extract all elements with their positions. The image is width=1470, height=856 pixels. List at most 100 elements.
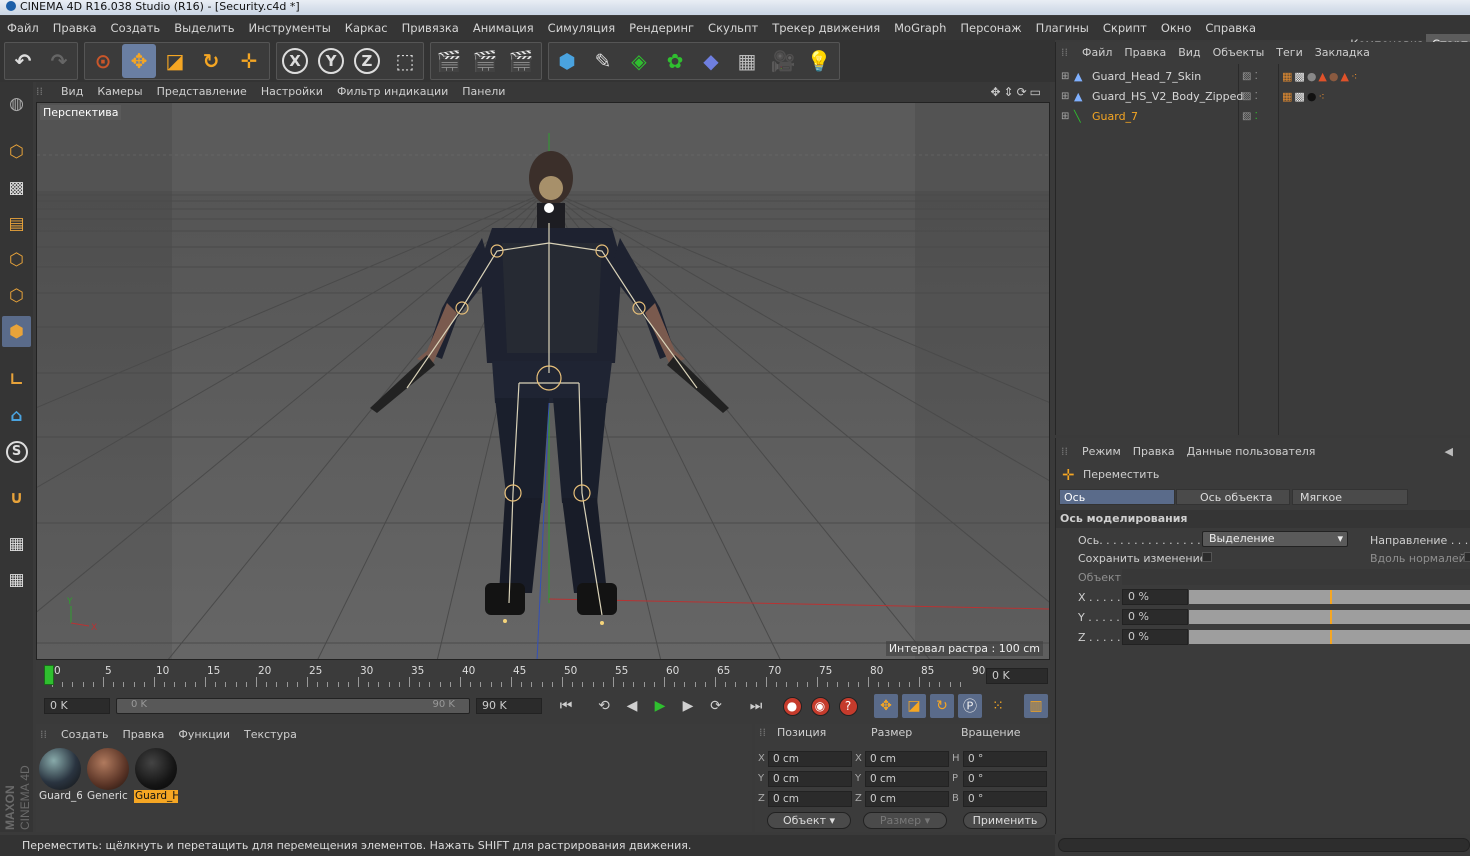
move-tool-button[interactable]: ✥	[122, 44, 156, 78]
redo-button[interactable]: ↷	[42, 44, 76, 78]
material-swatch[interactable]: Guard_H	[134, 748, 178, 804]
preview-range-slider[interactable]: 0 K 90 K	[116, 698, 470, 714]
menu-animate[interactable]: Анимация	[466, 16, 541, 40]
x-slider[interactable]	[1189, 590, 1470, 604]
y-slider[interactable]	[1189, 610, 1470, 624]
rotate-tool-button[interactable]: ↻	[194, 44, 228, 78]
material-menu-create[interactable]: Создать	[54, 724, 116, 746]
z-value-field[interactable]: 0 %	[1122, 629, 1188, 645]
size-mode-select[interactable]: Размер ▾	[863, 812, 947, 829]
object-tags[interactable]: ▦▩●⁖	[1282, 87, 1327, 107]
object-row[interactable]: ⊞ ╲ Guard_7 ▨ ⁚	[1056, 107, 1470, 127]
locked-workplane-button[interactable]: ▦	[2, 528, 31, 559]
back-arrow-icon[interactable]: ◀	[1445, 442, 1453, 462]
undo-button[interactable]: ↶	[6, 44, 40, 78]
prev-frame-button[interactable]: ◀	[620, 694, 644, 718]
y-axis-lock-button[interactable]: Y	[314, 44, 348, 78]
x-axis-lock-button[interactable]: X	[278, 44, 312, 78]
key-parameter-button[interactable]: Ⓟ	[958, 694, 982, 718]
apply-button[interactable]: Применить	[963, 812, 1047, 829]
render-view-button[interactable]: 🎬	[432, 44, 466, 78]
axis-mode-button[interactable]: ∟	[2, 364, 31, 395]
objmgr-menu-edit[interactable]: Правка	[1118, 42, 1172, 64]
goto-start-button[interactable]: ⏮	[554, 694, 578, 718]
layer-visibility-icon[interactable]: ▨ ⁚	[1242, 67, 1258, 87]
coordinate-system-button[interactable]: ⬚	[388, 44, 422, 78]
expand-icon[interactable]: ⊞	[1061, 67, 1069, 87]
layer-visibility-icon[interactable]: ▨ ⁚	[1242, 87, 1258, 107]
recent-tool-button[interactable]: ✛	[232, 44, 266, 78]
record-button[interactable]: ●	[780, 694, 804, 718]
points-mode-button[interactable]: ⬡	[2, 244, 31, 275]
perspective-viewport[interactable]: Y X Перспектива Интервал растра : 100 cm	[36, 102, 1050, 660]
make-editable-button[interactable]: ◍	[2, 88, 31, 119]
subdivision-surface-button[interactable]: ◈	[622, 44, 656, 78]
menu-mesh[interactable]: Каркас	[338, 16, 395, 40]
attr-menu-userdata[interactable]: Данные пользователя	[1181, 442, 1322, 462]
spline-pen-button[interactable]: ✎	[586, 44, 620, 78]
viewport-camera-label[interactable]: Перспектива	[40, 105, 122, 120]
pos-z-field[interactable]: 0 cm	[768, 791, 852, 807]
floor-button[interactable]: ▦	[730, 44, 764, 78]
expand-icon[interactable]: ⊞	[1061, 87, 1069, 107]
along-normals-checkbox[interactable]	[1464, 552, 1470, 562]
tab-object-axis[interactable]: Ось объекта	[1176, 489, 1290, 505]
rot-b-field[interactable]: 0 °	[963, 791, 1047, 807]
magnet-button[interactable]: ∪	[2, 482, 31, 513]
tab-modeling-axis[interactable]: Ось моделирования	[1059, 489, 1175, 520]
objmgr-menu-file[interactable]: Файл	[1076, 42, 1118, 64]
pos-x-field[interactable]: 0 cm	[768, 751, 852, 767]
z-axis-lock-button[interactable]: Z	[350, 44, 384, 78]
snap-button[interactable]: S	[2, 436, 31, 467]
current-frame-field[interactable]: 0 K	[986, 668, 1048, 684]
playhead[interactable]	[44, 665, 54, 685]
menu-script[interactable]: Скрипт	[1096, 16, 1154, 40]
menu-mograph[interactable]: MoGraph	[887, 16, 953, 40]
material-swatch[interactable]: Generic	[86, 748, 130, 804]
size-z-field[interactable]: 0 cm	[865, 791, 949, 807]
menu-plugins[interactable]: Плагины	[1029, 16, 1096, 40]
play-button[interactable]: ▶	[648, 694, 672, 718]
viewport-nav-icons[interactable]: ✥⇕⟳▭	[990, 82, 1044, 102]
object-row[interactable]: ⊞ ▲ Guard_HS_V2_Body_Zipped ▨ ⁚ ▦▩●⁖	[1056, 87, 1470, 107]
keep-changes-checkbox[interactable]	[1202, 552, 1212, 562]
layer-visibility-icon[interactable]: ▨ ⁚	[1242, 107, 1258, 127]
menu-simulate[interactable]: Симуляция	[541, 16, 622, 40]
material-menu-edit[interactable]: Правка	[116, 724, 172, 746]
workplane-mode-button[interactable]: ▤	[2, 208, 31, 239]
timeline-ruler[interactable]: 0 5 10 15 20 25 30 35 40 45 50 55 60 65 70 75 80 85 90 0 K	[36, 660, 1050, 690]
y-value-field[interactable]: 0 %	[1122, 609, 1188, 625]
deformer-button[interactable]: ◆	[694, 44, 728, 78]
tab-soft-selection[interactable]: Мягкое выделение	[1292, 489, 1408, 520]
material-menu-function[interactable]: Функции	[171, 724, 237, 746]
objmgr-menu-tags[interactable]: Теги	[1270, 42, 1308, 64]
planar-workplane-button[interactable]: ▦	[2, 564, 31, 595]
cube-button[interactable]: ⬢	[550, 44, 584, 78]
key-pla-button[interactable]: ⁙	[986, 694, 1010, 718]
object-row[interactable]: ⊞ ▲ Guard_Head_7_Skin ▨ ⁚ ▦▩●▲●▲⁖	[1056, 67, 1470, 87]
horizontal-scrollbar[interactable]	[1058, 838, 1470, 852]
object-tags[interactable]: ▦▩●▲●▲⁖	[1282, 67, 1359, 87]
next-frame-button[interactable]: ▶	[676, 694, 700, 718]
menu-create[interactable]: Создать	[104, 16, 168, 40]
prev-key-button[interactable]: ⟲	[592, 694, 616, 718]
size-x-field[interactable]: 0 cm	[865, 751, 949, 767]
objmgr-menu-bookmarks[interactable]: Закладка	[1309, 42, 1376, 64]
menu-edit[interactable]: Правка	[46, 16, 104, 40]
objmgr-menu-objects[interactable]: Объекты	[1207, 42, 1271, 64]
menu-character[interactable]: Персонаж	[953, 16, 1028, 40]
menu-file[interactable]: Файл	[0, 16, 46, 40]
next-key-button[interactable]: ⟳	[704, 694, 728, 718]
edges-mode-button[interactable]: ⬡	[2, 280, 31, 311]
min-frame-field[interactable]: 0 K	[44, 698, 110, 714]
objmgr-menu-view[interactable]: Вид	[1172, 42, 1206, 64]
menu-motion-tracker[interactable]: Трекер движения	[765, 16, 887, 40]
attr-menu-edit[interactable]: Правка	[1127, 442, 1181, 462]
menu-help[interactable]: Справка	[1198, 16, 1263, 40]
viewport-menu-panel[interactable]: Панели	[455, 82, 512, 102]
z-slider-knob[interactable]	[1330, 630, 1332, 644]
menu-render[interactable]: Рендеринг	[622, 16, 701, 40]
viewport-menu-options[interactable]: Настройки	[254, 82, 330, 102]
render-picture-viewer-button[interactable]: 🎬	[468, 44, 502, 78]
polygons-mode-button[interactable]: ⬢	[2, 316, 31, 347]
